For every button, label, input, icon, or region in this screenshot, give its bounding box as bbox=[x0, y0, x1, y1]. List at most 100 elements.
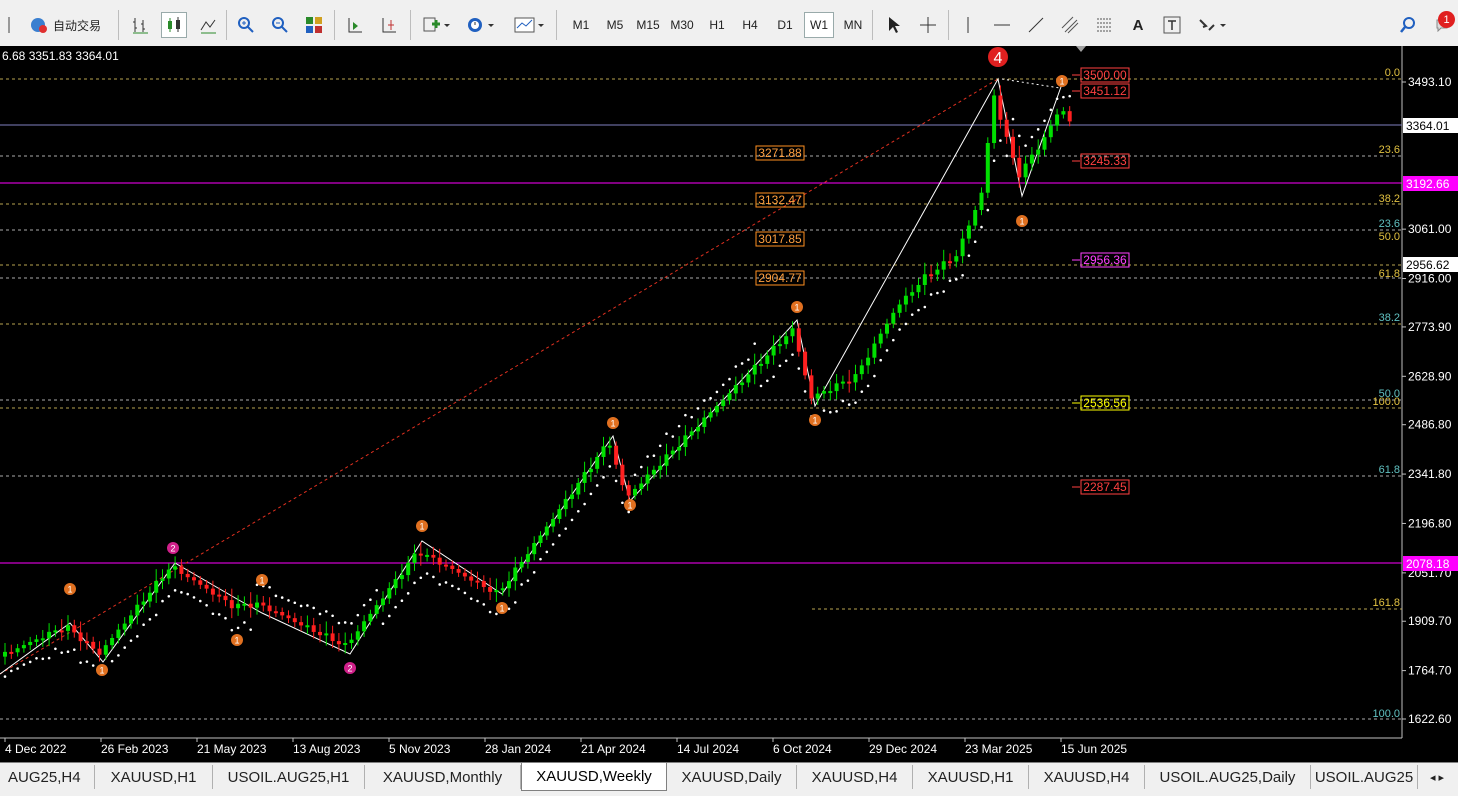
candle-body bbox=[412, 553, 417, 563]
candlestick-icon[interactable] bbox=[161, 12, 187, 38]
sar-dot bbox=[778, 364, 782, 368]
candle-body bbox=[727, 393, 732, 401]
fib-label: 161.8 bbox=[1372, 597, 1400, 609]
sar-dot bbox=[652, 454, 656, 458]
text-tool-icon[interactable]: A bbox=[1126, 12, 1150, 38]
candle-body bbox=[236, 603, 241, 609]
timeframe-mn-button[interactable]: MN bbox=[838, 12, 868, 38]
sar-dot bbox=[986, 208, 990, 212]
autotrade-button[interactable]: 自动交易 bbox=[18, 12, 112, 38]
sar-dot bbox=[583, 502, 586, 506]
candle-body bbox=[469, 576, 474, 581]
cursor-icon[interactable] bbox=[882, 12, 906, 38]
price-tick-label: 2341.80 bbox=[1408, 467, 1452, 481]
timeframe-m15-button[interactable]: M15 bbox=[633, 12, 663, 38]
chart-canvas[interactable]: 1 2 1 1 2 1 1 1 1 1 1 1 1 1 4 6.68 3351.83 3364.01 3271.… bbox=[0, 46, 1458, 762]
tab-xauusd-h1[interactable]: XAUUSD,H1 bbox=[95, 765, 213, 789]
sar-dot bbox=[671, 435, 675, 438]
auto-scroll-icon[interactable] bbox=[343, 12, 367, 38]
sar-dot bbox=[696, 407, 700, 410]
periods-dropdown[interactable] bbox=[462, 12, 498, 38]
candle-body bbox=[368, 613, 373, 622]
candle-body bbox=[147, 592, 152, 602]
candle-body bbox=[941, 261, 946, 270]
tab-xauusd-monthly[interactable]: XAUUSD,Monthly bbox=[365, 765, 521, 789]
price-tick-label: 3061.00 bbox=[1408, 222, 1452, 236]
wave-marker-label: 1 bbox=[234, 636, 239, 646]
timeframe-m5-button[interactable]: M5 bbox=[600, 12, 630, 38]
sar-dot bbox=[287, 599, 290, 602]
text-label-icon[interactable] bbox=[1160, 12, 1184, 38]
wave-projection-line bbox=[1001, 78, 1061, 89]
zoom-in-icon[interactable] bbox=[234, 12, 258, 38]
candle-body bbox=[1042, 137, 1047, 150]
sar-dot bbox=[910, 313, 914, 316]
line-chart-icon[interactable] bbox=[196, 12, 220, 38]
notifications-button[interactable]: 1 bbox=[1428, 11, 1456, 38]
notification-badge: 1 bbox=[1438, 11, 1455, 28]
timeframe-w1-button[interactable]: W1 bbox=[804, 12, 834, 38]
candle-body bbox=[242, 603, 247, 606]
sar-dot bbox=[41, 657, 45, 661]
tab-usoil-aug25-h1[interactable]: USOIL.AUG25,H1 bbox=[213, 765, 365, 789]
candle-body bbox=[311, 625, 316, 632]
sar-dot bbox=[721, 383, 725, 387]
candle-body bbox=[166, 569, 171, 579]
trendline-icon[interactable] bbox=[1024, 12, 1048, 38]
timeframe-m30-button[interactable]: M30 bbox=[667, 12, 697, 38]
tab-xauusd-h4[interactable]: XAUUSD,H4 bbox=[797, 765, 913, 789]
chart-shift-marker[interactable] bbox=[1076, 46, 1086, 52]
sar-dot bbox=[822, 409, 826, 412]
candle-body bbox=[595, 456, 600, 469]
candle-body bbox=[9, 651, 14, 654]
candle-body bbox=[3, 651, 7, 657]
tab-xauusd-weekly[interactable]: XAUUSD,Weekly bbox=[521, 763, 667, 791]
chart-shift-icon[interactable] bbox=[377, 12, 401, 38]
candle-body bbox=[53, 630, 58, 633]
arrows-dropdown[interactable] bbox=[1194, 12, 1230, 38]
wave-4-label: 4 bbox=[994, 50, 1003, 67]
bar-chart-icon[interactable] bbox=[128, 12, 152, 38]
price-label-text: 2904.77 bbox=[758, 271, 802, 285]
vertical-line-icon[interactable] bbox=[956, 12, 980, 38]
horizontal-line-icon[interactable] bbox=[990, 12, 1014, 38]
channel-icon[interactable] bbox=[1058, 12, 1082, 38]
zoom-out-icon[interactable] bbox=[268, 12, 292, 38]
sar-dot bbox=[110, 659, 114, 663]
candle-body bbox=[677, 447, 682, 451]
sar-dot bbox=[885, 349, 889, 352]
fibonacci-icon[interactable] bbox=[1092, 12, 1116, 38]
price-label-text: 3132.47 bbox=[758, 193, 802, 207]
price-tick-label: 1622.60 bbox=[1408, 712, 1452, 726]
timeframe-h1-button[interactable]: H1 bbox=[702, 12, 732, 38]
indicators-dropdown[interactable] bbox=[418, 12, 454, 38]
fib-label: 50.0 bbox=[1379, 231, 1400, 243]
sar-dot bbox=[684, 413, 687, 417]
tab-xauusd-h1[interactable]: XAUUSD,H1 bbox=[913, 765, 1029, 789]
tile-windows-icon[interactable] bbox=[302, 12, 326, 38]
tab-xauusd-h4[interactable]: XAUUSD,H4 bbox=[1029, 765, 1145, 789]
crosshair-icon[interactable] bbox=[916, 12, 940, 38]
sar-dot bbox=[520, 583, 523, 586]
tab-xauusd-daily[interactable]: XAUUSD,Daily bbox=[667, 765, 797, 789]
timeframe-d1-button[interactable]: D1 bbox=[770, 12, 800, 38]
tabs-scroll-arrows[interactable]: ◂ ▸ bbox=[1418, 764, 1456, 790]
sar-dot bbox=[148, 618, 152, 621]
timeframe-h4-button[interactable]: H4 bbox=[735, 12, 765, 38]
sar-dot bbox=[1018, 134, 1021, 138]
candle-body bbox=[639, 483, 644, 489]
candle-body bbox=[985, 143, 990, 193]
wave-marker-label: 1 bbox=[794, 303, 799, 313]
tab-usoil-aug25[interactable]: USOIL.AUG25 bbox=[1311, 765, 1418, 789]
candle-body bbox=[633, 488, 637, 496]
templates-dropdown[interactable] bbox=[510, 12, 548, 38]
search-icon[interactable] bbox=[1396, 12, 1420, 38]
tab-usoil-aug25-daily[interactable]: USOIL.AUG25,Daily bbox=[1145, 765, 1311, 789]
tab-xauusd-h4-partial[interactable]: AUG25,H4 bbox=[0, 765, 95, 789]
price-chart[interactable]: 1 2 1 1 2 1 1 1 1 1 1 1 1 1 4 6.68 3351.83 3364.01 3271.… bbox=[0, 46, 1458, 762]
sar-dot bbox=[167, 594, 171, 598]
timeframe-m1-button[interactable]: M1 bbox=[566, 12, 596, 38]
candle-body bbox=[292, 618, 297, 623]
candle-body bbox=[84, 641, 89, 644]
sar-dot bbox=[495, 612, 498, 616]
